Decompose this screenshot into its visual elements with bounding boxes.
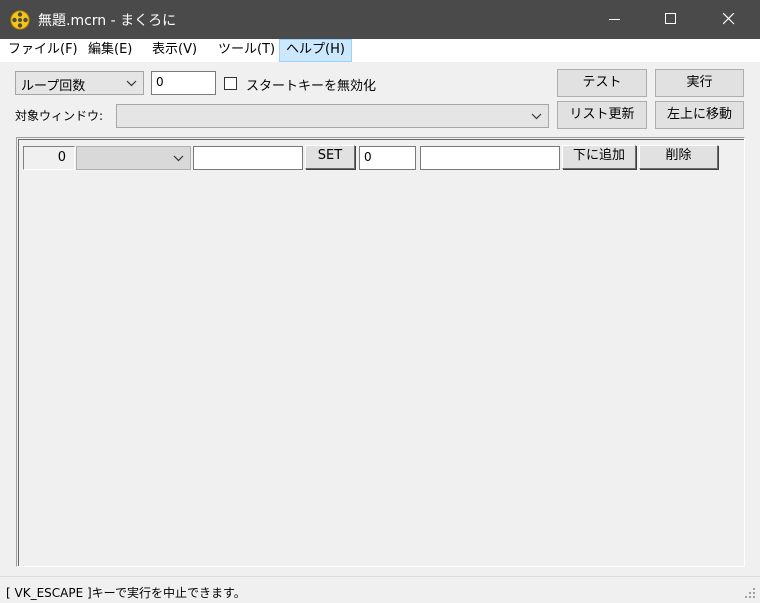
minimize-button[interactable]	[590, 0, 640, 39]
row-key-input[interactable]	[193, 146, 303, 170]
target-window-select[interactable]	[116, 104, 549, 128]
menu-tools[interactable]: ツール(T)	[212, 39, 281, 62]
move-top-left-button[interactable]: 左上に移動	[655, 101, 744, 129]
maximize-button[interactable]	[646, 0, 696, 39]
row-index: 0	[23, 146, 75, 170]
close-button[interactable]	[704, 0, 754, 39]
loop-mode-value: ループ回数	[21, 79, 86, 94]
start-key-disable-checkbox[interactable]	[224, 77, 237, 90]
resize-grip-icon[interactable]	[744, 587, 756, 599]
menu-file[interactable]: ファイル(F)	[2, 39, 84, 62]
run-button[interactable]: 実行	[655, 69, 744, 97]
window-title: 無題.mcrn - まくろに	[38, 13, 177, 29]
loop-count-value: 0	[156, 75, 164, 89]
chevron-down-icon	[126, 80, 137, 87]
row-action-select[interactable]	[76, 146, 191, 170]
film-reel-icon	[10, 10, 30, 30]
close-icon	[723, 13, 735, 25]
chevron-down-icon	[173, 155, 184, 162]
row-set-button[interactable]: SET	[305, 145, 355, 169]
status-text: [ VK_ESCAPE ]キーで実行を中止できます。	[6, 586, 246, 600]
status-bar: [ VK_ESCAPE ]キーで実行を中止できます。	[0, 576, 760, 603]
row-wait-input[interactable]: 0	[359, 146, 416, 170]
loop-mode-select[interactable]: ループ回数	[15, 71, 144, 95]
macro-list-inner	[18, 139, 744, 566]
minimize-icon	[609, 19, 620, 20]
target-window-label: 対象ウィンドウ:	[15, 109, 104, 123]
row-delete-button[interactable]: 削除	[639, 145, 718, 169]
row-index-value: 0	[57, 150, 66, 165]
loop-count-input[interactable]: 0	[151, 71, 216, 95]
row-add-below-button[interactable]: 下に追加	[562, 145, 636, 169]
start-key-disable-label: スタートキーを無効化	[246, 79, 377, 94]
menu-view[interactable]: 表示(V)	[146, 39, 203, 62]
test-button[interactable]: テスト	[557, 69, 647, 97]
menu-edit[interactable]: 編集(E)	[82, 39, 138, 62]
title-bar: 無題.mcrn - まくろに	[0, 0, 760, 39]
menu-help[interactable]: ヘルプ(H)	[279, 39, 352, 62]
menu-bar: ファイル(F) 編集(E) 表示(V) ツール(T) ヘルプ(H)	[0, 39, 760, 62]
refresh-list-button[interactable]: リスト更新	[557, 101, 647, 129]
row-wait-value: 0	[364, 150, 372, 164]
row-note-input[interactable]	[420, 146, 560, 170]
macro-list-panel	[16, 137, 745, 567]
maximize-icon	[665, 13, 676, 24]
chevron-down-icon	[531, 113, 542, 120]
